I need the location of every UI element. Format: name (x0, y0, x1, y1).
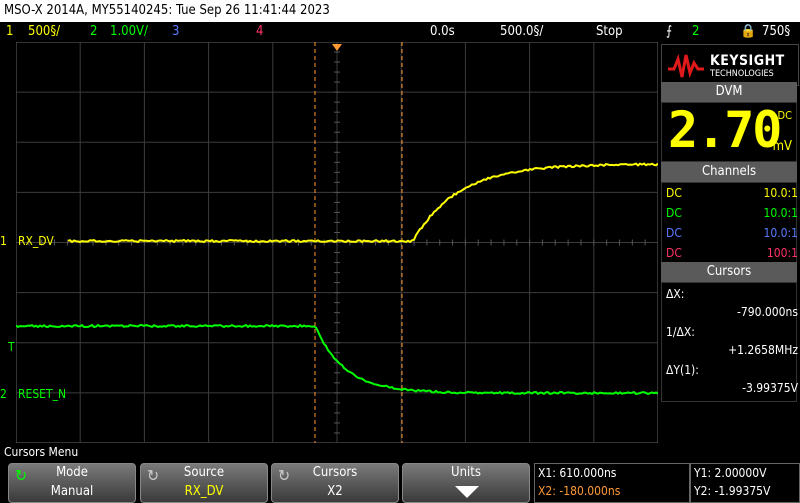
window-title: MSO-X 2014A, MY55140245: Tue Sep 26 11:4… (0, 0, 800, 22)
right-info-panel: KEYSIGHT TECHNOLOGIES DVM 2.70 DC mV Cha… (658, 42, 800, 444)
dvm-panel: 2.70 DC mV (661, 102, 797, 162)
ch1-number[interactable]: 1 (6, 22, 13, 42)
ch3-number[interactable]: 3 (172, 22, 179, 42)
x2-readout: X2: -180.000ns (538, 484, 620, 498)
submenu-arrow-icon (455, 486, 479, 498)
dvm-mode: DC (777, 109, 792, 122)
ch2-ground-marker[interactable]: 2 (0, 387, 7, 401)
logo-brand: KEYSIGHT (710, 53, 785, 69)
delta-x-value: -790.000ns (666, 303, 798, 321)
softkey-mode-value: Manual (9, 484, 135, 499)
delta-y-value: -3.99375V (666, 379, 798, 397)
keysight-logo: KEYSIGHT TECHNOLOGIES (661, 44, 799, 86)
dvm-unit: mV (773, 139, 792, 154)
inv-delta-x-label: 1/ΔX: (666, 323, 798, 341)
cursor-y-readout: Y1: 2.00000V Y2: -1.99375V (690, 463, 800, 503)
delta-x-label: ΔX: (666, 285, 798, 303)
ch1-coupling: DC (666, 183, 682, 203)
ch1-trace-label: RX_DV (18, 234, 54, 248)
dvm-header[interactable]: DVM (661, 82, 797, 102)
ch2-probe: 10.0:1 (763, 203, 798, 223)
cursors-panel: ΔX: -790.000ns 1/ΔX: +1.2658MHz ΔY(1): -… (661, 282, 797, 402)
softkey-units[interactable]: Units (402, 463, 530, 503)
trigger-edge-icon: ⨍ (666, 22, 672, 42)
ch2-coupling: DC (666, 203, 682, 223)
keysight-wave-icon (666, 51, 706, 79)
softkey-source-value: RX_DV (141, 484, 267, 499)
ch1-probe: 10.0:1 (763, 183, 798, 203)
ch2-number[interactable]: 2 (90, 22, 97, 42)
run-state[interactable]: Stop (596, 22, 623, 42)
ch4-coupling: DC (666, 243, 682, 263)
logo-sub: TECHNOLOGIES (710, 69, 774, 79)
graticule (16, 42, 658, 443)
softkey-mode[interactable]: ↻ Mode Manual (8, 463, 136, 503)
ch3-coupling: DC (666, 223, 682, 243)
inv-delta-x-value: +1.2658MHz (666, 341, 798, 359)
ch1-ground-marker[interactable]: 1 (0, 234, 7, 248)
ch4-number[interactable]: 4 (256, 22, 263, 42)
waveform-display[interactable] (16, 42, 658, 443)
timebase-scale[interactable]: 500.0§/ (500, 22, 543, 42)
softkey-cursors[interactable]: ↻ Cursors X2 (271, 463, 399, 503)
ch2-trace-label: RESET_N (18, 387, 66, 401)
softkey-source[interactable]: ↻ Source RX_DV (140, 463, 268, 503)
softkey-units-label: Units (403, 465, 529, 480)
trigger-level-icon: 🔒 (740, 22, 756, 42)
cursor-x-readout: X1: 610.000ns X2: -180.000ns (534, 463, 690, 503)
status-bar: 1 500§/ 2 1.00V/ 3 4 0.0s 500.0§/ Stop ⨍… (0, 22, 800, 42)
trigger-level-marker[interactable]: T (8, 340, 15, 354)
channel-row-1[interactable]: DC 10.0:1 (666, 183, 798, 203)
delta-y-label: ΔY(1): (666, 361, 798, 379)
y1-readout: Y1: 2.00000V (694, 466, 767, 480)
trigger-level[interactable]: 750§ (762, 22, 790, 42)
cursors-header[interactable]: Cursors (661, 262, 797, 282)
y2-readout: Y2: -1.99375V (694, 484, 770, 498)
trigger-source[interactable]: 2 (692, 22, 699, 42)
softkey-cursors-label: Cursors (272, 465, 398, 480)
dvm-value: 2.70 (668, 101, 780, 159)
channel-row-4[interactable]: DC 100:1 (666, 243, 798, 263)
softkey-mode-label: Mode (9, 465, 135, 480)
channel-row-3[interactable]: DC 10.0:1 (666, 223, 798, 243)
menu-title: Cursors Menu (4, 445, 78, 459)
channels-header[interactable]: Channels (661, 162, 797, 182)
ch1-scale[interactable]: 500§/ (28, 22, 60, 42)
x1-readout: X1: 610.000ns (538, 466, 616, 480)
ch4-probe: 100:1 (767, 243, 798, 263)
ch3-probe: 10.0:1 (763, 223, 798, 243)
ch2-scale[interactable]: 1.00V/ (110, 22, 148, 42)
softkey-source-label: Source (141, 465, 267, 480)
channels-panel: DC 10.0:1 DC 10.0:1 DC 10.0:1 DC 100:1 (661, 182, 797, 264)
channel-row-2[interactable]: DC 10.0:1 (666, 203, 798, 223)
horizontal-delay[interactable]: 0.0s (430, 22, 455, 42)
softkey-cursors-value: X2 (272, 484, 398, 499)
